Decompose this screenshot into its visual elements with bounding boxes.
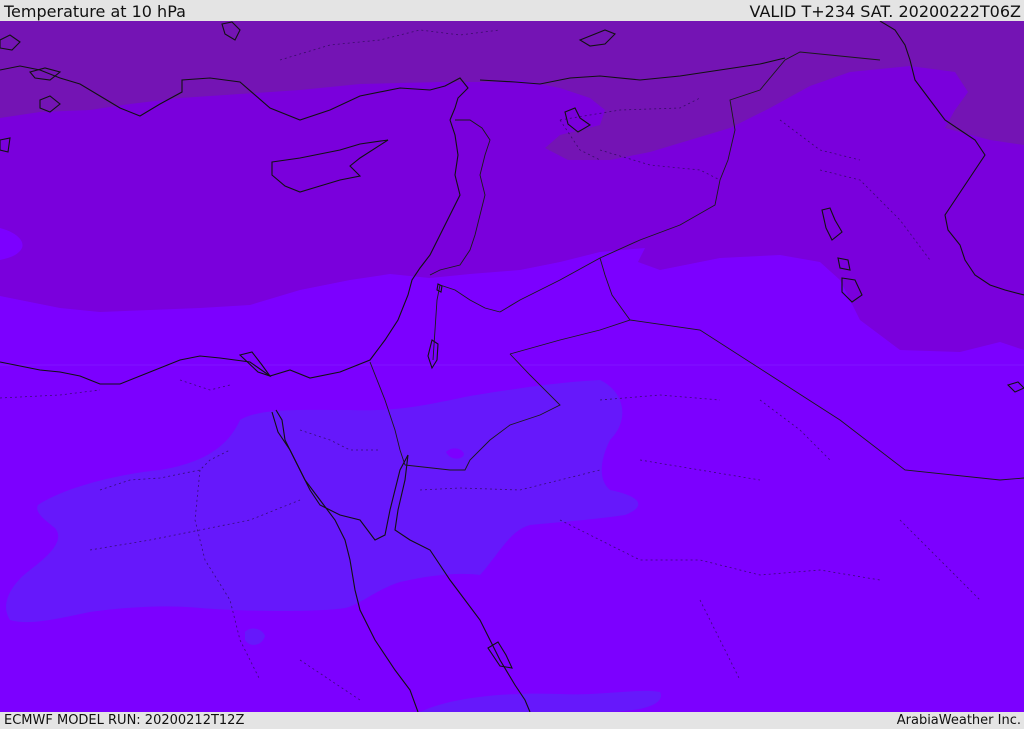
weather-map[interactable]	[0, 21, 1024, 712]
model-run: ECMWF MODEL RUN: 20200212T12Z	[4, 713, 245, 728]
map-title: Temperature at 10 hPa	[4, 2, 186, 21]
credit: ArabiaWeather Inc.	[896, 713, 1021, 728]
valid-time: VALID T+234 SAT. 20200222T06Z	[749, 2, 1021, 21]
header-bar: Temperature at 10 hPa VALID T+234 SAT. 2…	[0, 0, 1024, 21]
footer-bar: ECMWF MODEL RUN: 20200212T12Z ArabiaWeat…	[0, 712, 1024, 729]
